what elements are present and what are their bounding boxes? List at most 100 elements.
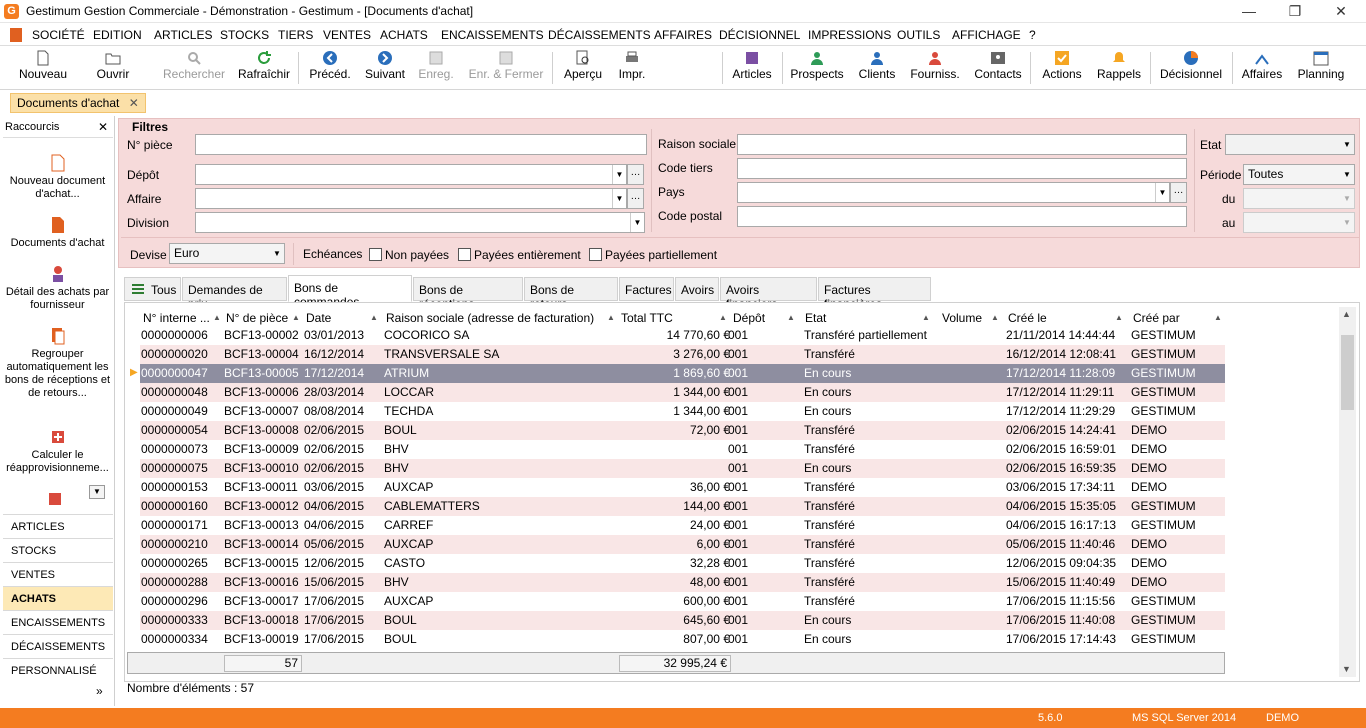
- save-button[interactable]: Enreg.: [416, 48, 456, 88]
- document-menu-icon[interactable]: [10, 28, 22, 42]
- payees-entierement-checkbox[interactable]: [458, 248, 471, 261]
- table-row[interactable]: 0000000075 BCF13-00010 02/06/2015 BHV 001 En …: [140, 459, 1225, 478]
- table-row[interactable]: 0000000288 BCF13-00016 15/06/2015 BHV 48,00 …: [140, 573, 1225, 592]
- col-header-cree-par[interactable]: Créé par: [1133, 311, 1180, 325]
- document-tab-documents-achat[interactable]: Documents d'achat ✕: [10, 93, 146, 113]
- chevron-down-icon[interactable]: ▼: [612, 189, 626, 208]
- minimize-button[interactable]: —: [1226, 0, 1272, 22]
- division-select[interactable]: ▼: [195, 212, 645, 233]
- pays-browse-button[interactable]: …: [1170, 182, 1187, 203]
- table-row[interactable]: 0000000049 BCF13-00007 08/08/2014 TECHDA 1 3…: [140, 402, 1225, 421]
- shortcut-purchase-detail[interactable]: Détail des achats par fournisseur: [2, 265, 113, 312]
- affaire-select[interactable]: ▼: [195, 188, 627, 209]
- col-header-volume[interactable]: Volume: [942, 311, 982, 325]
- scrollbar-thumb[interactable]: [1341, 335, 1354, 410]
- nav-articles[interactable]: ARTICLES: [3, 514, 113, 538]
- articles-button[interactable]: Articles: [728, 48, 776, 88]
- table-row[interactable]: 0000000048 BCF13-00006 28/03/2014 LOCCAR 1 3…: [140, 383, 1225, 402]
- table-row[interactable]: 0000000210 BCF13-00014 05/06/2015 AUXCAP 6,0…: [140, 535, 1225, 554]
- date-du-input[interactable]: ▼: [1243, 188, 1355, 209]
- code-tiers-input[interactable]: [737, 158, 1187, 179]
- table-row[interactable]: 0000000333 BCF13-00018 17/06/2015 BOUL 645,6…: [140, 611, 1225, 630]
- prospects-button[interactable]: Prospects: [788, 48, 846, 88]
- nav-ventes[interactable]: VENTES: [3, 562, 113, 586]
- tab-factures-financieres[interactable]: Factures financières: [818, 277, 931, 311]
- new-button[interactable]: Nouveau: [14, 48, 72, 88]
- menu-outils[interactable]: OUTILS: [897, 28, 940, 42]
- col-header-num-piece[interactable]: N° de pièce: [226, 311, 288, 325]
- chevron-down-icon[interactable]: ▼: [1340, 213, 1354, 232]
- affaires-button[interactable]: Affaires: [1238, 48, 1286, 88]
- clients-button[interactable]: Clients: [856, 48, 898, 88]
- open-button[interactable]: Ouvrir: [88, 48, 138, 88]
- code-postal-input[interactable]: [737, 206, 1187, 227]
- tab-avoirs-financiers[interactable]: Avoirs financiers: [720, 277, 817, 311]
- tab-bons-de-receptions[interactable]: Bons de réceptions: [413, 277, 523, 311]
- col-header-etat[interactable]: Etat: [805, 311, 826, 325]
- nav-decaissements[interactable]: DÉCAISSEMENTS: [3, 634, 113, 658]
- nav-stocks[interactable]: STOCKS: [3, 538, 113, 562]
- col-header-depot[interactable]: Dépôt: [733, 311, 765, 325]
- table-row[interactable]: 0000000073 BCF13-00009 02/06/2015 BHV 001 Tra…: [140, 440, 1225, 459]
- depot-browse-button[interactable]: …: [627, 164, 644, 185]
- nav-achats[interactable]: ACHATS: [3, 586, 113, 610]
- reminders-button[interactable]: Rappels: [1094, 48, 1144, 88]
- table-row[interactable]: 0000000153 BCF13-00011 03/06/2015 AUXCAP 36,…: [140, 478, 1225, 497]
- actions-button[interactable]: Actions: [1036, 48, 1088, 88]
- pays-select[interactable]: ▼: [737, 182, 1170, 203]
- contacts-button[interactable]: Contacts: [972, 48, 1024, 88]
- table-row[interactable]: 0000000265 BCF13-00015 12/06/2015 CASTO 32,2…: [140, 554, 1225, 573]
- table-row[interactable]: 0000000296 BCF13-00017 17/06/2015 AUXCAP 600…: [140, 592, 1225, 611]
- non-payees-checkbox[interactable]: [369, 248, 382, 261]
- chevron-down-icon[interactable]: ▼: [630, 213, 644, 232]
- nav-personnalise[interactable]: PERSONNALISÉ: [3, 658, 113, 682]
- menu-affaires[interactable]: AFFAIRES: [654, 28, 712, 42]
- menu-edition[interactable]: EDITION: [93, 28, 142, 42]
- more-shortcut-icon[interactable]: [48, 490, 62, 508]
- affaire-browse-button[interactable]: …: [627, 188, 644, 209]
- col-header-num-interne[interactable]: N° interne ...: [143, 311, 210, 325]
- menu-stocks[interactable]: STOCKS: [220, 28, 269, 42]
- nav-encaissements[interactable]: ENCAISSEMENTS: [3, 610, 113, 634]
- menu-decaissements[interactable]: DÉCAISSEMENTS: [548, 28, 651, 42]
- menu-ventes[interactable]: VENTES: [323, 28, 371, 42]
- npiece-input[interactable]: [195, 134, 647, 155]
- shortcut-reorder[interactable]: Calculer le réapprovisionneme...: [2, 428, 113, 475]
- close-window-button[interactable]: ✕: [1318, 0, 1364, 22]
- menu-articles[interactable]: ARTICLES: [154, 28, 212, 42]
- shortcut-purchase-docs[interactable]: Documents d'achat: [2, 216, 113, 250]
- shortcut-new-purchase-doc[interactable]: Nouveau document d'achat...: [2, 154, 113, 201]
- raison-sociale-input[interactable]: [737, 134, 1187, 155]
- col-header-raison-sociale[interactable]: Raison sociale (adresse de facturation): [386, 311, 594, 325]
- tab-avoirs[interactable]: Avoirs: [675, 277, 719, 301]
- col-header-date[interactable]: Date: [306, 311, 331, 325]
- shortcut-group-receptions[interactable]: Regrouper automatiquement les bons de ré…: [2, 327, 113, 400]
- nav-more-icon[interactable]: »: [96, 684, 103, 698]
- menu-tiers[interactable]: TIERS: [278, 28, 313, 42]
- menu-encaissements[interactable]: ENCAISSEMENTS: [441, 28, 544, 42]
- chevron-down-icon[interactable]: ▼: [1340, 189, 1354, 208]
- print-button[interactable]: Impr.: [614, 48, 650, 88]
- tab-tous[interactable]: Tous: [124, 277, 181, 301]
- payees-partiellement-checkbox[interactable]: [589, 248, 602, 261]
- table-row[interactable]: 0000000160 BCF13-00012 04/06/2015 CABLEMATT…: [140, 497, 1225, 516]
- chevron-down-icon[interactable]: ▼: [1340, 135, 1354, 154]
- tab-bons-de-retours[interactable]: Bons de retours: [524, 277, 618, 311]
- table-row[interactable]: 0000000334 BCF13-00019 17/06/2015 BOUL 807,0…: [140, 630, 1225, 649]
- menu-impressions[interactable]: IMPRESSIONS: [808, 28, 891, 42]
- devise-select[interactable]: Euro ▼: [169, 243, 285, 264]
- next-button[interactable]: Suivant: [362, 48, 408, 88]
- periode-select[interactable]: Toutes ▼: [1243, 164, 1355, 185]
- refresh-button[interactable]: Rafraîchir: [236, 48, 292, 88]
- etat-select[interactable]: ▼: [1225, 134, 1355, 155]
- table-row[interactable]: 0000000006 BCF13-00002 03/01/2013 COCORICO …: [140, 326, 1225, 345]
- tab-factures[interactable]: Factures: [619, 277, 674, 301]
- menu-decisionnel[interactable]: DÉCISIONNEL: [719, 28, 800, 42]
- table-row[interactable]: 0000000171 BCF13-00013 04/06/2015 CARREF 24,…: [140, 516, 1225, 535]
- date-au-input[interactable]: ▼: [1243, 212, 1355, 233]
- col-header-cree-le[interactable]: Créé le: [1008, 311, 1047, 325]
- preview-button[interactable]: Aperçu: [560, 48, 606, 88]
- menu-societe[interactable]: SOCIÉTÉ: [32, 28, 85, 42]
- search-button[interactable]: Rechercher: [160, 48, 228, 88]
- maximize-button[interactable]: ❐: [1272, 0, 1318, 22]
